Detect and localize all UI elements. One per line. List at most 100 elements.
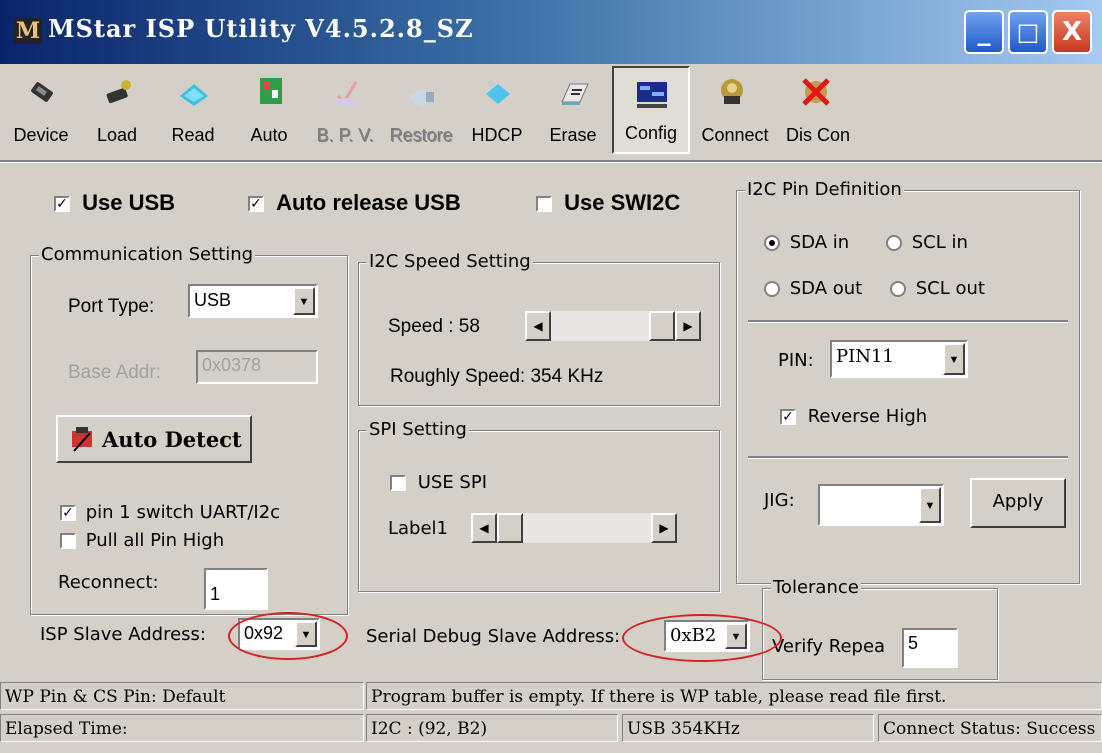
speed-scrollbar[interactable]: ◀ ▶ [524,310,702,342]
toolbar-restore-label: Restore [389,125,453,145]
i2c-pin-definition-title: I2C Pin Definition [745,179,904,200]
sda-out-radio[interactable] [764,281,780,297]
toolbar-config-label: Config [624,123,678,143]
toolbar-read-button[interactable]: Read [156,66,230,154]
port-type-select[interactable]: USB ▼ [188,284,318,318]
auto-detect-button[interactable]: Auto Detect [56,415,252,463]
roughly-speed-label: Roughly Speed: 354 KHz [390,366,604,387]
base-addr-label: Base Addr: [68,362,161,383]
speed-scroll-thumb[interactable] [649,311,675,341]
auto-release-usb-label: Auto release USB [276,190,461,215]
chevron-down-icon[interactable]: ▼ [293,287,315,315]
spi-setting-group: SPI Setting [358,419,720,592]
scl-out-radio[interactable] [890,281,906,297]
use-usb-option[interactable]: ✓ Use USB [54,190,175,216]
sda-out-label: SDA out [789,278,863,299]
toolbar-erase-button[interactable]: Erase [536,66,610,154]
toolbar-disconnect-button[interactable]: Dis Con [778,66,858,154]
use-swi2c-option[interactable]: Use SWI2C [536,190,680,216]
sda-out-option[interactable]: SDA out [764,278,862,299]
toolbar-hdcp-button[interactable]: HDCP [460,66,534,154]
spi-scroll-thumb[interactable] [497,513,523,543]
toolbar-connect-label: Connect [701,125,769,145]
verify-repeat-field[interactable]: 5 [902,628,958,668]
isp-address-highlight [228,612,348,660]
pull-all-pin-high-checkbox[interactable] [60,533,76,549]
config-icon [637,82,667,108]
app-window: M MStar ISP Utility V4.5.2.8_SZ _ □ X De… [0,0,1102,753]
toolbar-config-button[interactable]: Config [612,66,690,154]
pin1-switch-label: pin 1 switch UART/I2c [85,502,281,523]
restore-icon [408,88,436,106]
toolbar-erase-label: Erase [549,125,597,145]
use-usb-checkbox[interactable]: ✓ [54,196,70,213]
toolbar-hdcp-label: HDCP [471,125,523,145]
pull-all-pin-high-label: Pull all Pin High [85,530,225,551]
scroll-left-icon[interactable]: ◀ [525,311,551,341]
title-bar[interactable]: M MStar ISP Utility V4.5.2.8_SZ _ □ X [0,0,1102,64]
toolbar-read-label: Read [171,125,215,145]
use-usb-label: Use USB [82,190,176,215]
toolbar-restore-button[interactable]: Restore [384,66,458,154]
load-icon [106,80,131,104]
spi-scrollbar[interactable]: ◀ ▶ [470,512,678,544]
hdcp-icon [486,81,510,104]
use-spi-label: USE SPI [417,472,488,493]
reconnect-field[interactable]: 1 [204,568,268,610]
toolbar-device-button[interactable]: Device [4,66,78,154]
toolbar-bpv-label: B. P. V. [316,125,374,145]
erase-icon [561,83,589,105]
toolbar-device-label: Device [13,125,69,145]
auto-icon [260,78,282,104]
chevron-down-icon[interactable]: ▼ [919,487,941,523]
scroll-left-icon[interactable]: ◀ [471,513,497,543]
pull-all-pin-high-option[interactable]: Pull all Pin High [60,530,224,551]
use-spi-checkbox[interactable] [390,475,406,491]
window-title: MStar ISP Utility V4.5.2.8_SZ [48,14,474,43]
toolbar-auto-label: Auto [250,125,288,145]
maximize-button[interactable]: □ [1008,10,1048,54]
reverse-high-option[interactable]: ✓ Reverse High [780,406,927,427]
close-button[interactable]: X [1052,10,1092,54]
reconnect-label: Reconnect: [58,572,159,593]
toolbar-auto-button[interactable]: Auto [232,66,306,154]
minimize-button[interactable]: _ [964,10,1004,54]
base-addr-field[interactable]: 0x0378 [196,350,318,384]
jig-divider [748,456,1068,459]
scroll-right-icon[interactable]: ▶ [675,311,701,341]
pin1-switch-checkbox[interactable]: ✓ [60,505,76,521]
apply-button[interactable]: Apply [970,478,1066,528]
scroll-right-icon[interactable]: ▶ [651,513,677,543]
toolbar-load-button[interactable]: Load [80,66,154,154]
use-spi-option[interactable]: USE SPI [390,472,487,493]
disconnect-icon [802,78,830,106]
device-icon [31,82,53,102]
scl-out-option[interactable]: SCL out [890,278,985,299]
pin-divider [748,320,1068,323]
use-swi2c-checkbox[interactable] [536,196,552,213]
sda-in-option[interactable]: SDA in [764,232,849,253]
toolbar-disconnect-label: Dis Con [785,125,851,145]
scl-in-label: SCL in [911,232,968,253]
serial-address-highlight [622,614,782,662]
speed-label: Speed : 58 [388,316,480,337]
connect-status: Connect Status: Success [878,714,1102,742]
usb-status: USB 354KHz [622,714,874,742]
toolbar-connect-button[interactable]: Connect [694,66,776,154]
elapsed-time-status: Elapsed Time: [0,714,364,742]
toolbar-bpv-button[interactable]: B. P. V. [308,66,382,154]
pin1-switch-option[interactable]: ✓ pin 1 switch UART/I2c [60,502,280,523]
chevron-down-icon[interactable]: ▼ [943,343,965,375]
auto-release-usb-checkbox[interactable]: ✓ [248,196,264,213]
scl-in-radio[interactable] [886,235,902,251]
bpv-icon [334,81,358,106]
pin-select[interactable]: PIN11 ▼ [830,340,968,378]
jig-label: JIG: [764,490,795,511]
reverse-high-checkbox[interactable]: ✓ [780,409,796,425]
auto-release-usb-option[interactable]: ✓ Auto release USB [248,190,461,216]
scl-in-option[interactable]: SCL in [886,232,968,253]
pin-label: PIN: [778,350,814,371]
sda-in-radio[interactable] [764,235,780,251]
jig-select[interactable]: ▼ [818,484,944,526]
i2c-status: I2C : (92, B2) [366,714,618,742]
